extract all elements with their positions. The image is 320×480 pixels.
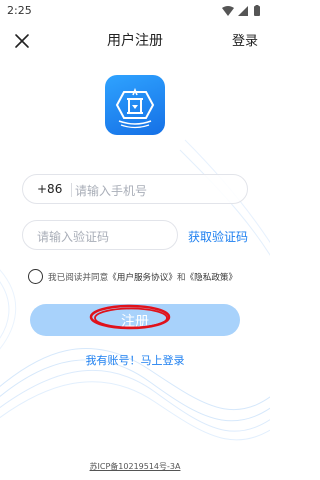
icp-record-link[interactable]: 苏ICP备10219514号-3A — [0, 461, 270, 472]
page-title: 用户注册 — [107, 33, 163, 49]
user-service-agreement-link[interactable]: 《用户服务协议》 — [108, 273, 177, 283]
phone-field[interactable]: +86 请输入手机号 — [22, 174, 248, 204]
verification-code-input[interactable]: 请输入验证码 — [37, 228, 109, 245]
agreement-prefix: 我已阅读并同意 — [48, 273, 109, 283]
annotation-ellipse — [89, 304, 171, 330]
country-code[interactable]: +86 — [37, 182, 62, 196]
wifi-icon — [222, 6, 234, 16]
battery-icon — [254, 6, 260, 16]
agreement-text: 我已阅读并同意《用户服务协议》和《隐私政策》 — [48, 271, 237, 283]
phone-input[interactable]: 请输入手机号 — [75, 182, 147, 199]
app-logo — [105, 75, 165, 135]
status-icons — [222, 5, 260, 16]
login-link[interactable]: 登录 — [232, 30, 258, 49]
get-code-button[interactable]: 获取验证码 — [188, 228, 248, 245]
agreement-conjunction: 和 — [176, 273, 186, 283]
status-bar: 2:25 — [0, 0, 270, 22]
status-time: 2:25 — [7, 4, 32, 17]
building-logo-icon — [115, 87, 155, 129]
divider — [71, 183, 72, 197]
privacy-policy-link[interactable]: 《隐私政策》 — [186, 273, 238, 283]
signal-icon — [238, 6, 248, 16]
agreement-checkbox[interactable] — [28, 269, 43, 284]
have-account-login-link[interactable]: 我有账号！马上登录 — [0, 352, 270, 368]
verification-code-field[interactable]: 请输入验证码 — [22, 220, 178, 250]
